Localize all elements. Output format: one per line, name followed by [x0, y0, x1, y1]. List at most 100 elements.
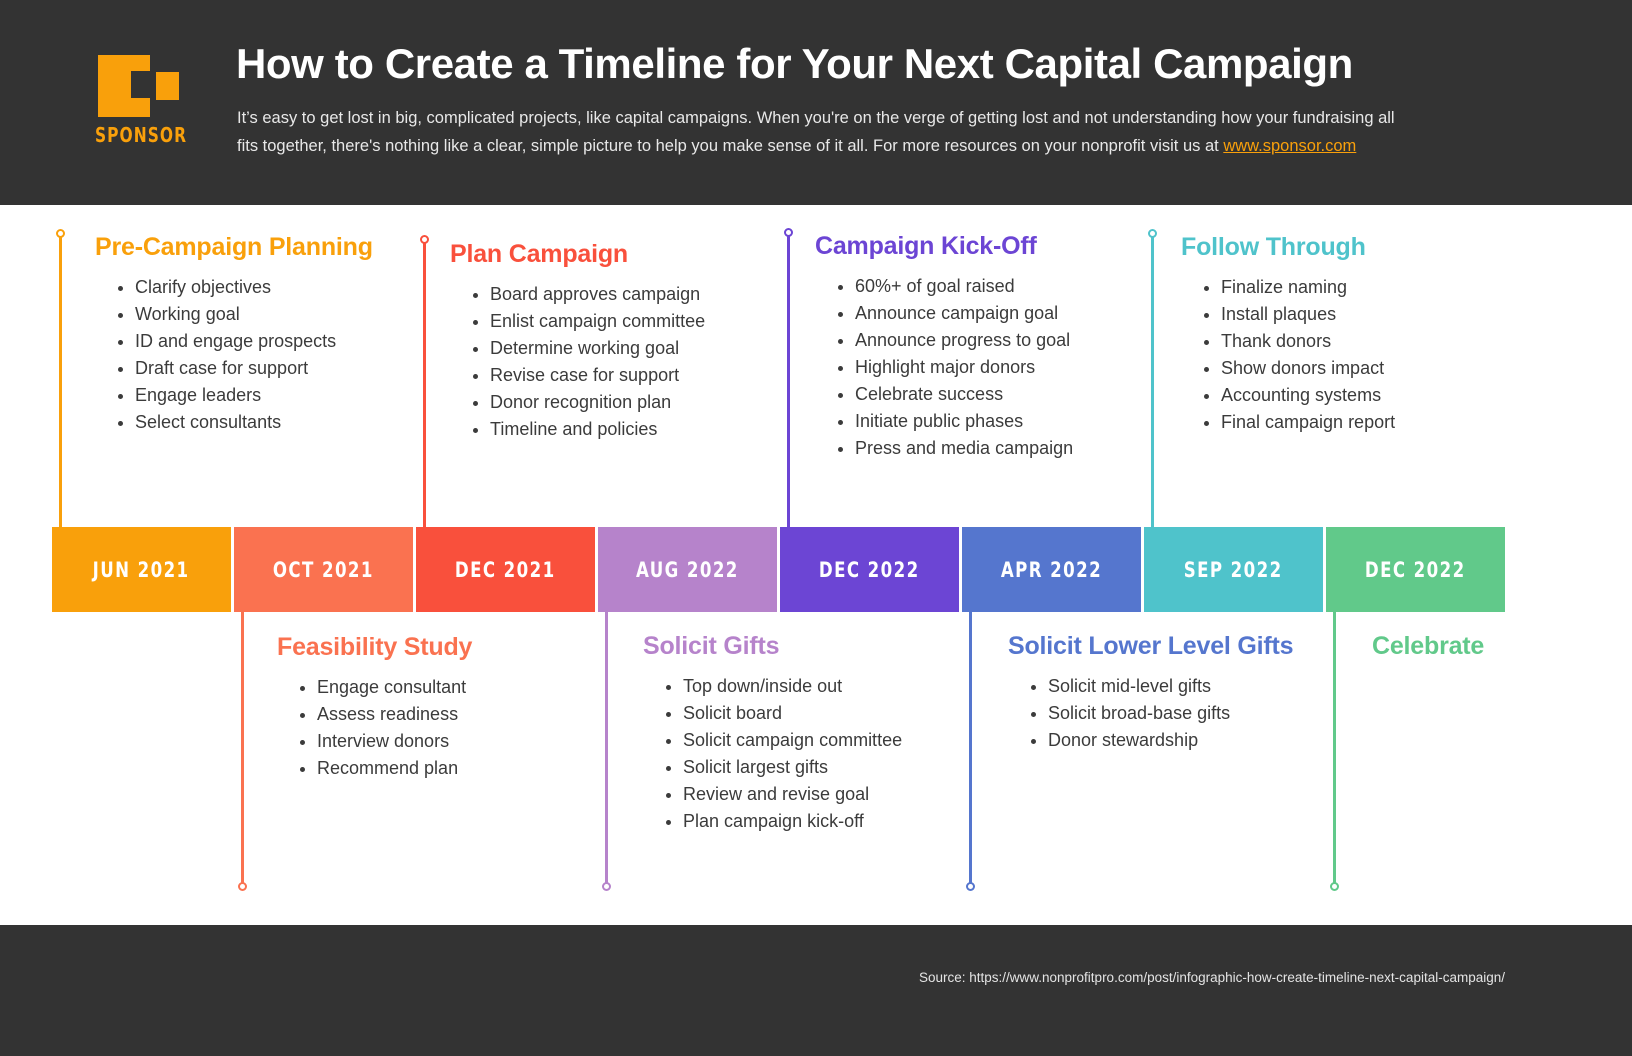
connector-line-solicit-gifts	[602, 612, 611, 891]
timeline-date-label: DEC 2022	[1365, 557, 1466, 582]
list-item: Engage leaders	[135, 382, 373, 409]
section-pre-campaign-planning: Pre-Campaign Planning Clarify objectives…	[95, 233, 373, 436]
list-item: Draft case for support	[135, 355, 373, 382]
section-list: Engage consultantAssess readinessIntervi…	[277, 674, 472, 782]
list-item: Solicit mid-level gifts	[1048, 673, 1293, 700]
page-footer: Source: https://www.nonprofitpro.com/pos…	[0, 925, 1632, 1056]
timeline-date-cell-3[interactable]: AUG 2022	[598, 527, 777, 612]
list-item: Plan campaign kick-off	[683, 808, 902, 835]
connector-line-feasibility-study	[238, 612, 247, 891]
timeline-date-bar: JUN 2021 OCT 2021 DEC 2021 AUG 2022 DEC 2022…	[52, 527, 1505, 612]
connector-dot-icon	[56, 229, 65, 238]
section-follow-through: Follow Through Finalize namingInstall pl…	[1181, 233, 1395, 436]
sponsor-logo-icon	[98, 55, 183, 117]
source-credit: Source: https://www.nonprofitpro.com/pos…	[918, 970, 1505, 985]
list-item: Board approves campaign	[490, 281, 705, 308]
list-item: Accounting systems	[1221, 382, 1395, 409]
list-item: Timeline and policies	[490, 416, 705, 443]
list-item: Press and media campaign	[855, 435, 1073, 462]
list-item: Interview donors	[317, 728, 472, 755]
section-solicit-lower-level-gifts: Solicit Lower Level Gifts Solicit mid-le…	[1008, 632, 1294, 754]
section-plan-campaign: Plan Campaign Board approves campaignEnl…	[450, 240, 705, 443]
list-item: Solicit board	[683, 700, 902, 727]
timeline-stage: Pre-Campaign Planning Clarify objectives…	[0, 205, 1632, 925]
section-feasibility-study: Feasibility Study Engage consultantAsses…	[277, 633, 472, 782]
timeline-date-label: DEC 2021	[455, 557, 556, 582]
connector-line-pre-campaign-planning	[56, 229, 65, 527]
connector-dot-icon	[238, 882, 247, 891]
section-list: Board approves campaignEnlist campaign c…	[450, 281, 705, 443]
timeline-date-cell-4[interactable]: DEC 2022	[780, 527, 959, 612]
logo: SPONSOR	[95, 55, 220, 155]
list-item: Donor stewardship	[1048, 727, 1293, 754]
section-title: Pre-Campaign Planning	[95, 233, 373, 261]
connector-line-celebrate	[1330, 612, 1339, 891]
connector-line-plan-campaign	[420, 235, 429, 527]
list-item: Show donors impact	[1221, 355, 1395, 382]
subtitle-text: It’s easy to get lost in big, complicate…	[237, 109, 1395, 155]
timeline-date-cell-6[interactable]: SEP 2022	[1144, 527, 1323, 612]
connector-dot-icon	[784, 228, 793, 237]
section-title: Celebrate	[1372, 632, 1485, 660]
list-item: Initiate public phases	[855, 408, 1073, 435]
section-solicit-gifts: Solicit Gifts Top down/inside outSolicit…	[643, 632, 902, 835]
timeline-date-label: APR 2022	[1000, 557, 1103, 582]
connector-line-campaign-kick-off	[784, 228, 793, 527]
list-item: Working goal	[135, 301, 373, 328]
list-item: Highlight major donors	[855, 354, 1073, 381]
section-list: 60%+ of goal raisedAnnounce campaign goa…	[815, 273, 1073, 462]
section-list: Clarify objectivesWorking goalID and eng…	[95, 274, 373, 436]
list-item: Thank donors	[1221, 328, 1395, 355]
section-list: Finalize namingInstall plaquesThank dono…	[1181, 274, 1395, 436]
list-item: Determine working goal	[490, 335, 705, 362]
connector-dot-icon	[1148, 229, 1157, 238]
section-celebrate: Celebrate	[1372, 632, 1484, 673]
page-header: SPONSOR How to Create a Timeline for You…	[0, 0, 1632, 205]
connector-line-solicit-lower-level-gifts	[966, 612, 975, 891]
timeline-date-cell-5[interactable]: APR 2022	[962, 527, 1141, 612]
section-title: Plan Campaign	[450, 240, 628, 268]
timeline-date-label: JUN 2021	[93, 557, 190, 582]
list-item: Finalize naming	[1221, 274, 1395, 301]
list-item: Install plaques	[1221, 301, 1395, 328]
list-item: Top down/inside out	[683, 673, 902, 700]
timeline-date-label: SEP 2022	[1184, 557, 1283, 582]
list-item: Donor recognition plan	[490, 389, 705, 416]
list-item: Review and revise goal	[683, 781, 902, 808]
section-list: Top down/inside outSolicit boardSolicit …	[643, 673, 902, 835]
section-title: Follow Through	[1181, 233, 1366, 261]
list-item: Solicit broad-base gifts	[1048, 700, 1293, 727]
list-item: Final campaign report	[1221, 409, 1395, 436]
list-item: Enlist campaign committee	[490, 308, 705, 335]
section-title: Solicit Gifts	[643, 632, 780, 660]
list-item: Clarify objectives	[135, 274, 373, 301]
list-item: Solicit largest gifts	[683, 754, 902, 781]
connector-dot-icon	[966, 882, 975, 891]
list-item: 60%+ of goal raised	[855, 273, 1073, 300]
page-title: How to Create a Timeline for Your Next C…	[236, 40, 1353, 87]
list-item: ID and engage prospects	[135, 328, 373, 355]
timeline-date-cell-1[interactable]: OCT 2021	[234, 527, 413, 612]
section-campaign-kick-off: Campaign Kick-Off 60%+ of goal raisedAnn…	[815, 232, 1073, 462]
list-item: Announce progress to goal	[855, 327, 1073, 354]
timeline-date-cell-0[interactable]: JUN 2021	[52, 527, 231, 612]
list-item: Engage consultant	[317, 674, 472, 701]
list-item: Solicit campaign committee	[683, 727, 902, 754]
timeline-date-label: OCT 2021	[272, 557, 374, 582]
connector-dot-icon	[420, 235, 429, 244]
timeline-date-cell-2[interactable]: DEC 2021	[416, 527, 595, 612]
list-item: Select consultants	[135, 409, 373, 436]
sponsor-website-link[interactable]: www.sponsor.com	[1223, 137, 1356, 155]
list-item: Celebrate success	[855, 381, 1073, 408]
section-title: Solicit Lower Level Gifts	[1008, 632, 1294, 660]
list-item: Announce campaign goal	[855, 300, 1073, 327]
logo-square-icon	[156, 72, 179, 100]
logo-notch-icon	[131, 71, 150, 98]
timeline-date-label: DEC 2022	[819, 557, 920, 582]
section-title: Campaign Kick-Off	[815, 232, 1037, 260]
list-item: Assess readiness	[317, 701, 472, 728]
connector-dot-icon	[602, 882, 611, 891]
connector-line-follow-through	[1148, 229, 1157, 527]
page-subtitle: It’s easy to get lost in big, complicate…	[237, 104, 1417, 160]
timeline-date-cell-7[interactable]: DEC 2022	[1326, 527, 1505, 612]
